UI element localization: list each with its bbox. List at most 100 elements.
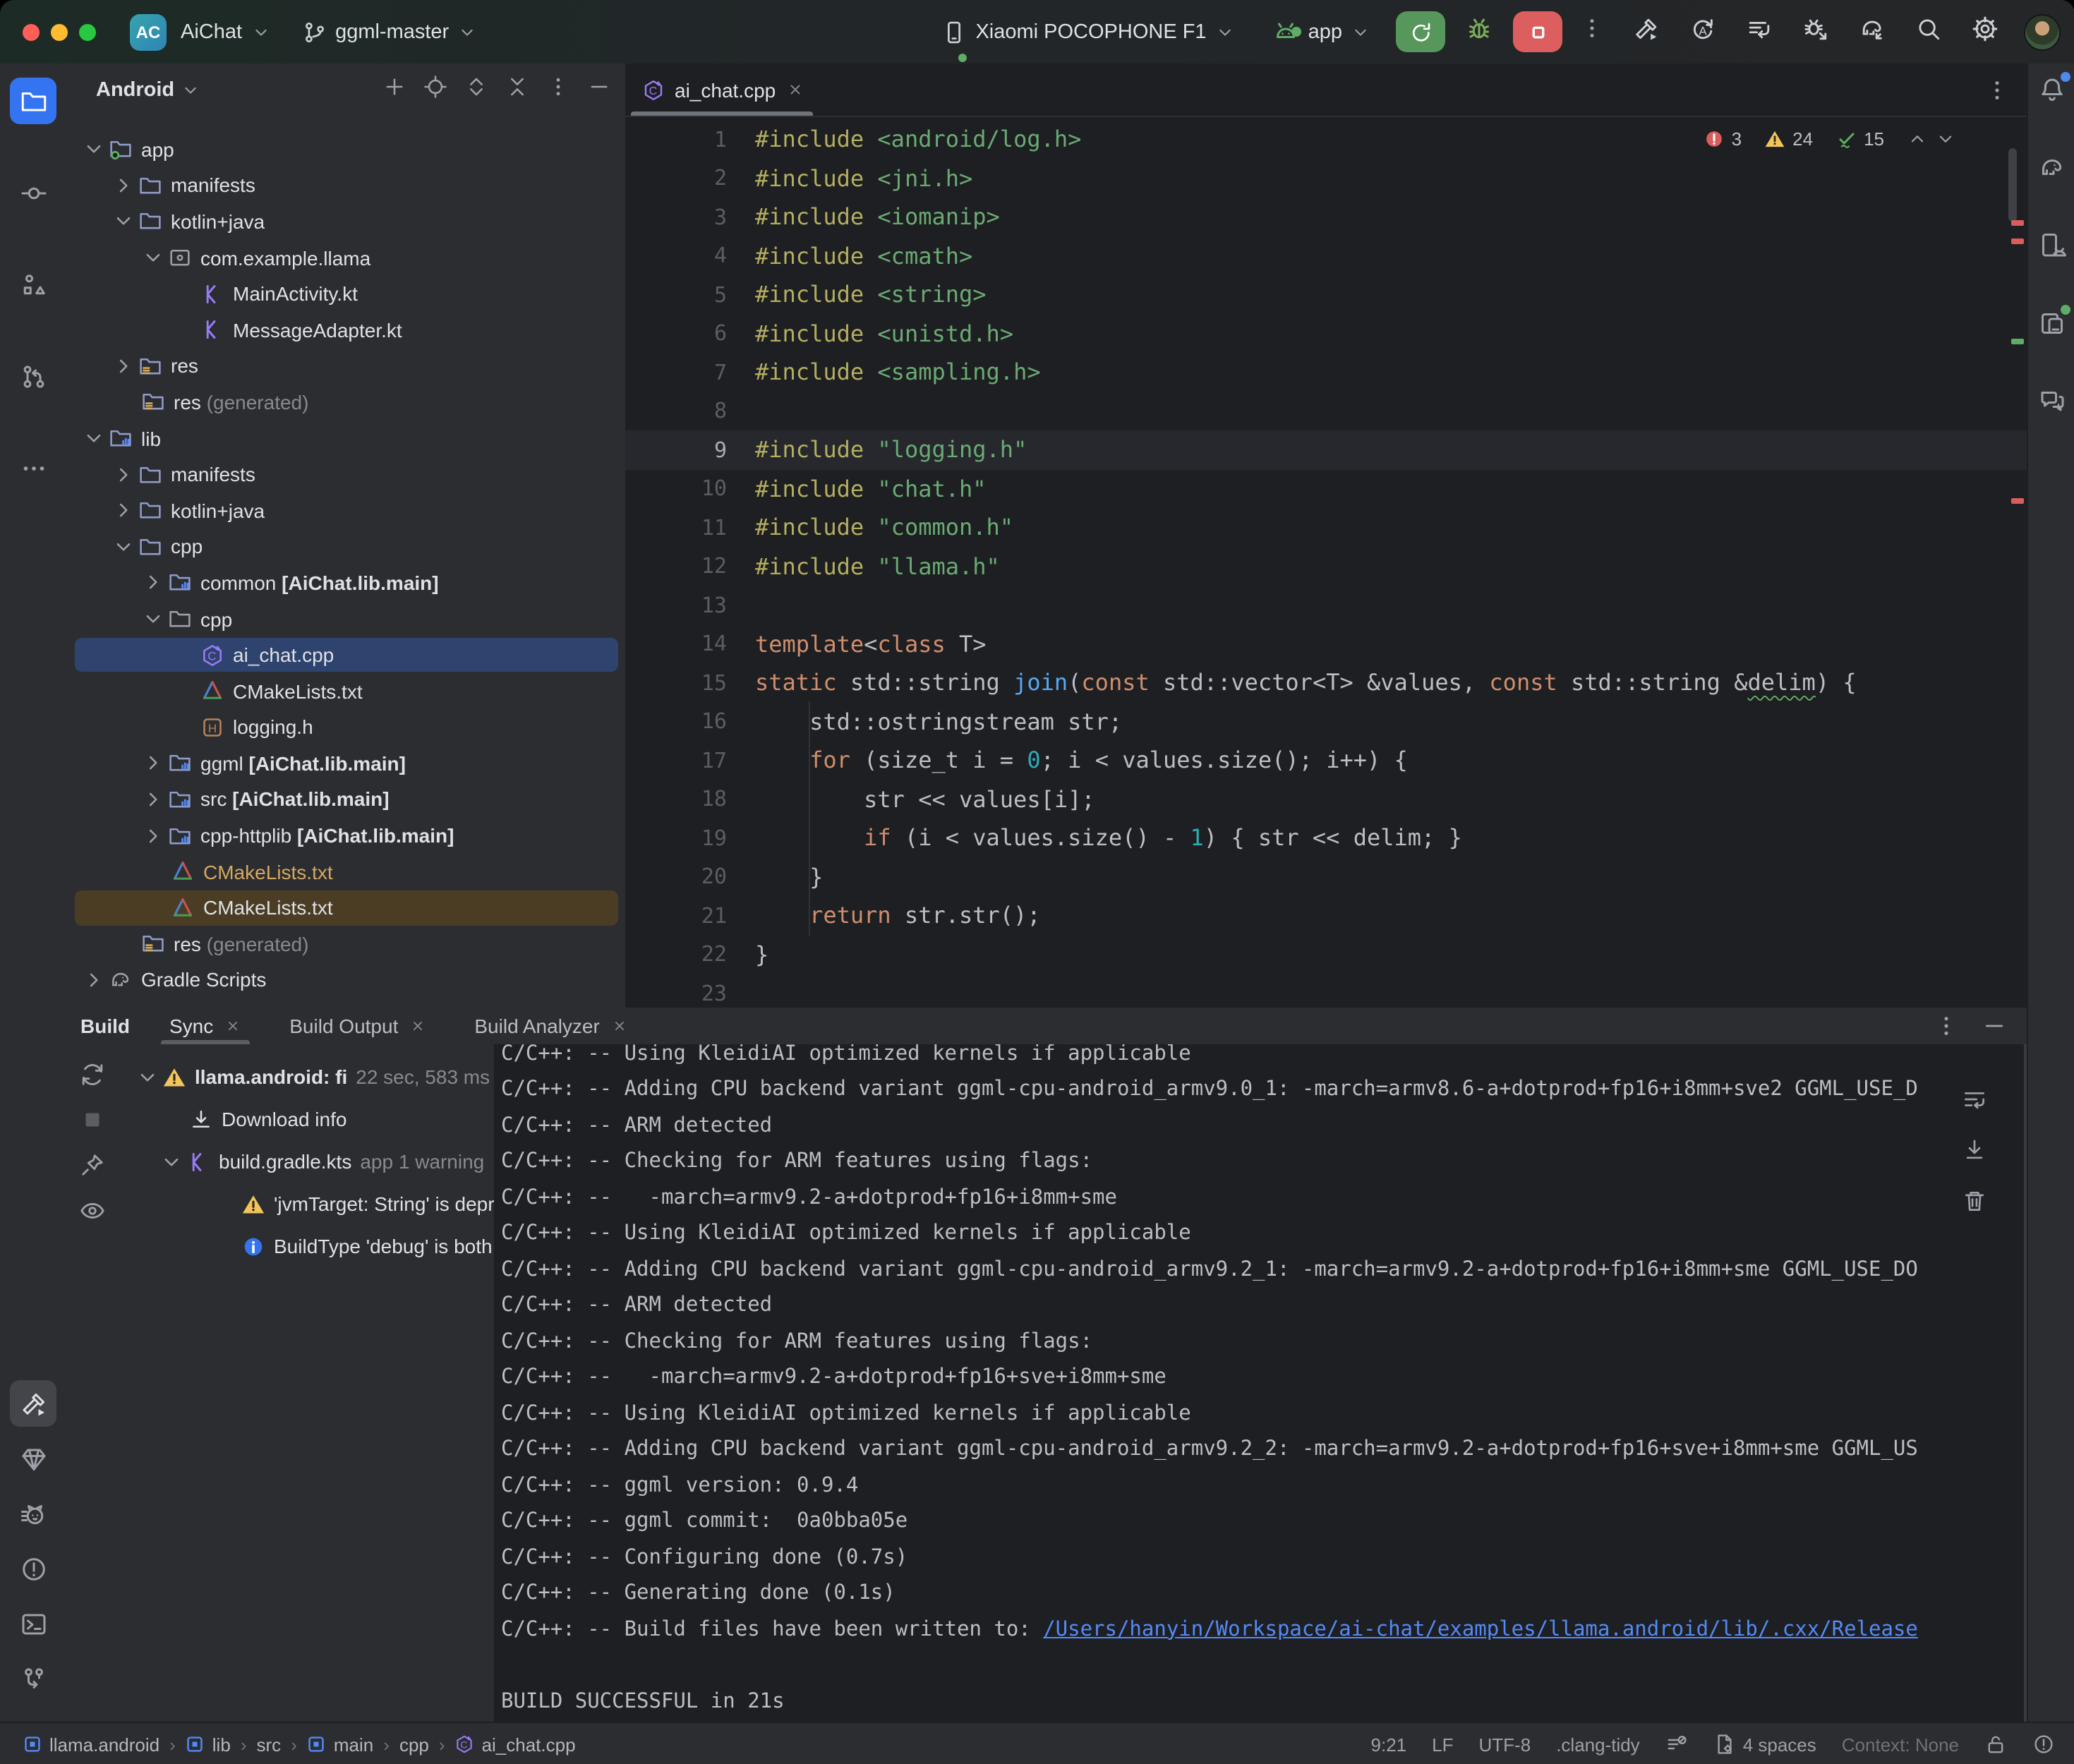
options-kebab-button[interactable] bbox=[546, 75, 570, 106]
chevron-down-icon[interactable] bbox=[159, 1149, 183, 1173]
code-line-16[interactable]: 16 std::ostringstream str; bbox=[625, 702, 2027, 741]
tree-item-common[interactable]: common [AiChat.lib.main] bbox=[68, 564, 625, 600]
ok-mark[interactable] bbox=[2011, 339, 2024, 344]
chevron-right-icon[interactable] bbox=[141, 787, 165, 811]
chevron-right-icon[interactable] bbox=[82, 968, 106, 992]
chevron-right-icon[interactable] bbox=[111, 174, 135, 198]
tree-item-kotlin-java[interactable]: kotlin+java bbox=[68, 493, 625, 528]
code-line-18[interactable]: 18 str << values[i]; bbox=[625, 780, 2027, 818]
chevron-down-icon[interactable] bbox=[111, 535, 135, 559]
tree-item-res[interactable]: res bbox=[68, 348, 625, 384]
locate-button[interactable] bbox=[423, 75, 447, 106]
pin-button[interactable] bbox=[79, 1152, 106, 1183]
tree-item-kotlin-java[interactable]: kotlin+java bbox=[68, 203, 625, 239]
status-lf[interactable]: LF bbox=[1432, 1734, 1453, 1755]
close-tab-icon[interactable] bbox=[785, 80, 804, 99]
code-line-9[interactable]: 9 #include "logging.h" bbox=[625, 430, 2027, 469]
code-line-13[interactable]: 13 bbox=[625, 586, 2027, 624]
breadcrumb-item[interactable]: lib bbox=[186, 1734, 231, 1755]
chevron-down-icon[interactable] bbox=[111, 210, 135, 234]
chevron-right-icon[interactable] bbox=[141, 823, 165, 847]
tree-item-ai-chat-cpp[interactable]: C ai_chat.cpp bbox=[68, 637, 625, 673]
code-line-17[interactable]: 17 for (size_t i = 0; i < values.size();… bbox=[625, 741, 2027, 780]
tree-item-cmakelists-txt[interactable]: CMakeLists.txt bbox=[68, 854, 625, 890]
device-selector[interactable]: Xiaomi POCOPHONE F1 bbox=[941, 19, 1234, 44]
build-console[interactable]: C/C++: -- Using KleidiAI optimized kerne… bbox=[494, 1044, 2027, 1722]
build-tree-item[interactable]: 'jvmTarget: String' is deprec bbox=[68, 1183, 494, 1225]
tree-item-manifests[interactable]: manifests bbox=[68, 167, 625, 203]
code-line-2[interactable]: 2 #include <jni.h> bbox=[625, 159, 2027, 198]
code-line-19[interactable]: 19 if (i < values.size() - 1) { str << d… bbox=[625, 818, 2027, 857]
chevron-right-icon[interactable] bbox=[141, 571, 165, 595]
tree-item-ggml[interactable]: ggml [AiChat.lib.main] bbox=[68, 745, 625, 781]
code-line-8[interactable]: 8 bbox=[625, 392, 2027, 430]
tool-window-running-devices[interactable] bbox=[2029, 299, 2074, 346]
zoom-window-button[interactable] bbox=[79, 23, 96, 40]
tool-window-gradle[interactable] bbox=[2029, 144, 2074, 191]
tree-item-cpp[interactable]: cpp bbox=[68, 528, 625, 564]
breadcrumb-item[interactable]: llama.android bbox=[23, 1734, 159, 1755]
project-view-selector[interactable]: Android bbox=[96, 79, 200, 102]
code-editor[interactable]: 1 #include <android/log.h> 2 #include <j… bbox=[625, 120, 2027, 1008]
tree-item-cmakelists-txt[interactable]: CMakeLists.txt bbox=[68, 673, 625, 709]
tree-item-src[interactable]: src [AiChat.lib.main] bbox=[68, 781, 625, 817]
editor-options-kebab[interactable] bbox=[1984, 77, 2010, 102]
code-line-21[interactable]: 21 return str.str(); bbox=[625, 896, 2027, 935]
tree-item-mainactivity-kt[interactable]: MainActivity.kt bbox=[68, 276, 625, 312]
status-9-21[interactable]: 9:21 bbox=[1371, 1734, 1407, 1755]
expand-all-button[interactable] bbox=[464, 75, 488, 106]
status-utf-8[interactable]: UTF-8 bbox=[1479, 1734, 1531, 1755]
tree-item-manifests[interactable]: manifests bbox=[68, 457, 625, 493]
sync-gradle-button[interactable] bbox=[1859, 15, 1886, 49]
minimize-window-button[interactable] bbox=[51, 23, 68, 40]
code-line-7[interactable]: 7 #include <sampling.h> bbox=[625, 353, 2027, 392]
status--clang-tidy[interactable]: .clang-tidy bbox=[1556, 1734, 1640, 1755]
tab-ai-chat-cpp[interactable]: C ai_chat.cpp bbox=[625, 64, 818, 116]
code-line-22[interactable]: 22 } bbox=[625, 935, 2027, 974]
tree-item-cpp-httplib[interactable]: cpp-httplib [AiChat.lib.main] bbox=[68, 818, 625, 854]
code-line-12[interactable]: 12 #include "llama.h" bbox=[625, 547, 2027, 586]
close-window-button[interactable] bbox=[23, 23, 40, 40]
next-problem-icon[interactable] bbox=[1935, 128, 1956, 150]
breadcrumb-item[interactable]: src bbox=[257, 1734, 282, 1755]
chevron-right-icon[interactable] bbox=[111, 498, 135, 522]
error-mark[interactable] bbox=[2011, 498, 2024, 503]
console-scrollbar[interactable] bbox=[2024, 1044, 2027, 1722]
code-line-14[interactable]: 14 template<class T> bbox=[625, 624, 2027, 663]
breadcrumb-item[interactable]: Cai_chat.cpp bbox=[455, 1734, 576, 1755]
tool-window-gemini[interactable] bbox=[2029, 377, 2074, 423]
code-line-15[interactable]: 15 static std::string join(const std::ve… bbox=[625, 663, 2027, 702]
apply-changes-button[interactable]: A bbox=[1689, 15, 1716, 49]
status-4-spaces[interactable]: 4 spaces bbox=[1713, 1733, 1816, 1756]
breadcrumb-item[interactable]: cpp bbox=[399, 1734, 429, 1755]
build-tree-item[interactable]: llama.android: fi 22 sec, 583 ms bbox=[68, 1056, 494, 1098]
run-config-selector[interactable]: app bbox=[1272, 18, 1370, 46]
tree-item-com-example-llama[interactable]: com.example.llama bbox=[68, 240, 625, 276]
stop-button[interactable] bbox=[1513, 11, 1562, 52]
tool-window-more-tool-windows[interactable] bbox=[10, 445, 56, 491]
attach-debugger-button[interactable] bbox=[1802, 15, 1829, 49]
rerun-button[interactable] bbox=[1396, 11, 1445, 52]
tool-window-structure[interactable] bbox=[10, 261, 56, 308]
breadcrumb-item[interactable]: main bbox=[307, 1734, 373, 1755]
code-line-5[interactable]: 5 #include <string> bbox=[625, 275, 2027, 314]
settings-button[interactable] bbox=[1972, 15, 1998, 49]
tool-window-notifications[interactable] bbox=[2029, 66, 2074, 113]
code-line-3[interactable]: 3 #include <iomanip> bbox=[625, 198, 2027, 236]
tree-item-gradle-scripts[interactable]: Gradle Scripts bbox=[68, 962, 625, 998]
filter-eye-button[interactable] bbox=[79, 1197, 106, 1228]
code-line-11[interactable]: 11 #include "common.h" bbox=[625, 508, 2027, 547]
status-context-none[interactable]: Context: None bbox=[1842, 1734, 1959, 1755]
chevron-right-icon[interactable] bbox=[111, 354, 135, 378]
status-unlock[interactable] bbox=[1984, 1733, 2007, 1756]
tool-window-build[interactable] bbox=[10, 1380, 56, 1427]
build-tab-build-output[interactable]: Build Output bbox=[281, 1008, 435, 1044]
build-tree-item[interactable]: build.gradle.kts app 1 warning bbox=[68, 1140, 494, 1183]
inspection-widget[interactable]: 3 24 15 bbox=[1704, 128, 1956, 150]
tree-item-cmakelists-txt[interactable]: CMakeLists.txt bbox=[68, 890, 625, 926]
code-line-4[interactable]: 4 #include <cmath> bbox=[625, 236, 2027, 275]
refresh-button[interactable] bbox=[79, 1061, 106, 1092]
tool-window-version-control[interactable] bbox=[10, 1655, 56, 1702]
error-mark[interactable] bbox=[2011, 220, 2024, 225]
code-line-6[interactable]: 6 #include <unistd.h> bbox=[625, 314, 2027, 353]
